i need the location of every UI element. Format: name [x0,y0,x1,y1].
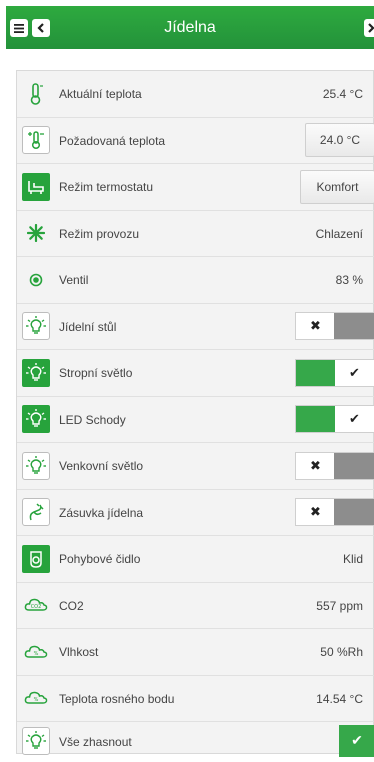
row-label: Vše zhasnout [59,735,132,749]
toggle-switch[interactable]: ✖ [295,498,374,527]
dewpoint-cloud-icon: % [22,684,50,712]
svg-text:%: % [34,651,39,657]
row-label: LED Schody [59,412,126,427]
sofa-icon [22,172,50,201]
row-label: Požadovaná teplota [59,133,166,148]
bulb-icon [22,405,50,434]
row-jidelni-stul: Jídelní stůl ✖ [17,304,374,350]
hamburger-icon [14,23,24,33]
thermostat-mode-button[interactable]: Komfort [300,169,374,204]
bulb-icon [22,726,50,755]
toggle-switch[interactable]: ✖ [295,312,374,341]
row-label: Venkovní světlo [59,459,144,473]
valve-icon [22,266,50,294]
row-value: 50 %Rh [320,645,363,659]
row-pohybove-cidlo: Pohybové čidlo Klid [17,536,374,583]
row-value: 25.4 °C [322,87,363,101]
row-ventil: Ventil 83 % [17,257,374,304]
row-value: Klid [342,552,363,566]
header-bar: Jídelna [6,6,374,49]
setpoint-button[interactable]: 24.0 °C [305,123,374,158]
row-stropni-svetlo: Stropní světlo ✔ [17,350,374,397]
chevron-left-icon [37,23,44,33]
row-label: Vlhkost [59,645,99,659]
bulb-icon [22,451,50,480]
svg-text:CO2: CO2 [31,604,42,610]
row-pozadovana-teplota: Požadovaná teplota 24.0 °C [17,118,374,164]
toggle-switch[interactable]: ✔ [295,405,374,434]
toggle-switch[interactable]: ✖ [295,451,374,480]
menu-button[interactable] [10,19,28,37]
row-value: 557 ppm [316,598,363,613]
row-led-schody: LED Schody ✔ [17,397,374,443]
row-rezim-termostatu: Režim termostatu Komfort [17,164,374,211]
thermometer-icon [22,80,50,108]
row-co2: CO2 CO2 557 ppm [17,583,374,629]
row-label: Stropní světlo [59,366,133,380]
row-teplota-rosneho-bodu: % Teplota rosného bodu 14.54 °C [17,676,374,722]
motion-sensor-icon [22,544,50,573]
device-list: Aktuální teplota 25.4 °C Požadovaná tepl… [16,70,374,757]
row-vse-zhasnout: Vše zhasnout ✔ [17,722,374,757]
row-zasuvka-jidelna: Zásuvka jídelna ✖ [17,490,374,536]
chevron-right-icon [368,23,374,33]
row-label: Režim termostatu [59,180,154,194]
row-label: Pohybové čidlo [59,552,141,566]
check-icon: ✔ [335,406,374,433]
row-label: Režim provozu [59,226,140,241]
snowflake-icon [22,219,50,247]
toggle-knob [296,359,336,386]
check-icon: ✔ [335,359,374,386]
back-button[interactable] [32,19,50,37]
row-rezim-provozu: Režim provozu Chlazení [17,211,374,257]
all-off-button[interactable]: ✔ [339,724,374,757]
toggle-knob [296,406,336,433]
row-label: Ventil [59,273,89,287]
toggle-knob [334,499,374,526]
app-root: Jídelna Aktuální teplota 25.4 °C Požadov… [0,0,374,757]
plug-icon [22,498,50,527]
row-label: Jídelní stůl [59,319,117,334]
row-value: 83 % [335,273,363,287]
off-mark-icon: ✖ [296,499,335,526]
toggle-knob [334,313,374,340]
svg-text:%: % [34,697,39,703]
row-label: Zásuvka jídelna [59,505,144,520]
row-vlhkost: % Vlhkost 50 %Rh [17,629,374,676]
humidity-cloud-icon: % [22,638,50,666]
row-value: Chlazení [315,226,363,241]
row-label: Aktuální teplota [59,87,142,101]
row-value: 14.54 °C [316,691,363,706]
bulb-icon [22,358,50,387]
check-icon: ✔ [351,732,363,748]
toggle-knob [334,452,374,479]
off-mark-icon: ✖ [296,452,335,479]
row-label: CO2 [59,598,84,613]
row-venkovni-svetlo: Venkovní světlo ✖ [17,443,374,490]
off-mark-icon: ✖ [296,313,335,340]
next-button[interactable] [364,19,374,37]
co2-cloud-icon: CO2 [22,591,50,619]
bulb-icon [22,312,50,341]
row-aktualni-teplota: Aktuální teplota 25.4 °C [17,71,374,118]
thermometer-adjust-icon [22,126,50,155]
toggle-switch[interactable]: ✔ [295,358,374,387]
row-label: Teplota rosného bodu [59,691,175,706]
page-title: Jídelna [164,19,216,36]
